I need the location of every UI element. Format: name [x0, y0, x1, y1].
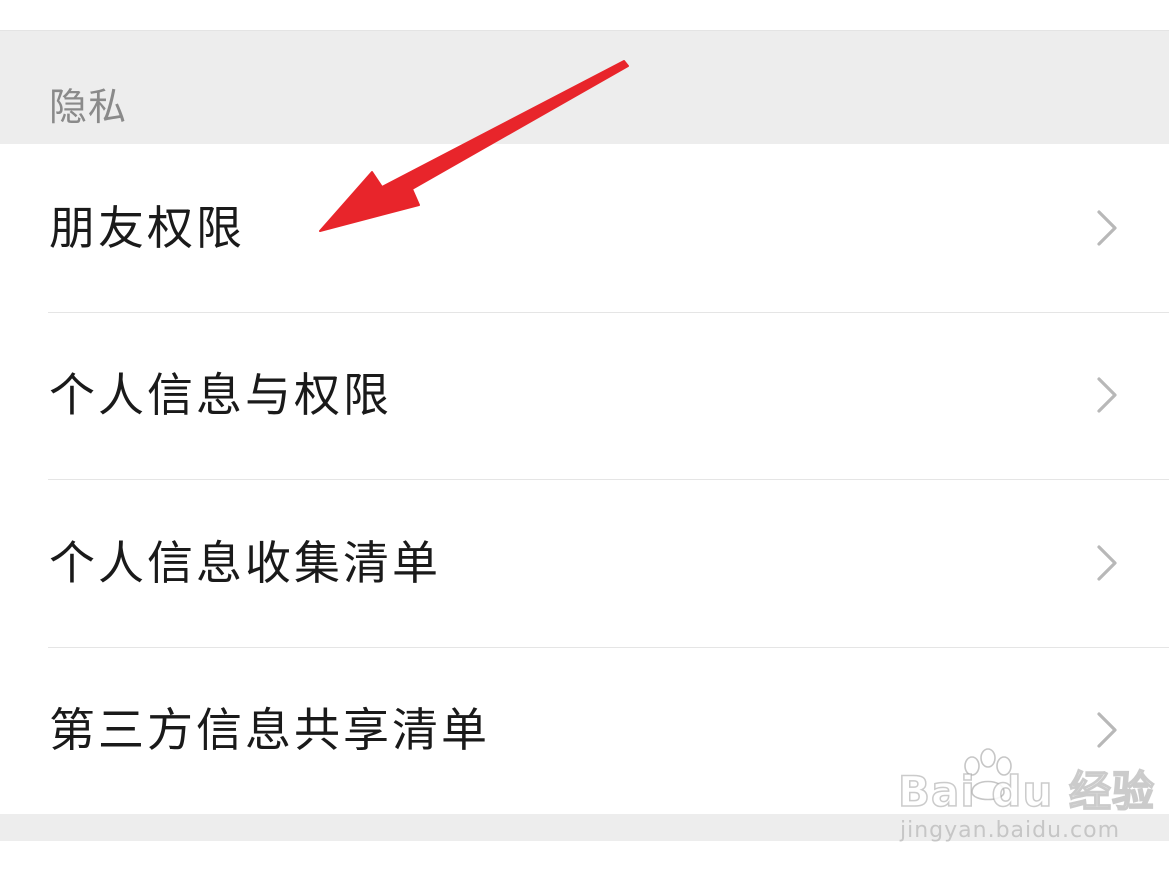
- chevron-right-icon: [1097, 377, 1117, 413]
- privacy-menu-list: 朋友权限 个人信息与权限 个人信息收集清单 第三方信息共享清单: [0, 144, 1169, 814]
- top-list-edge: [0, 0, 1169, 31]
- baidu-watermark: Bai du 经验 jingyan.baidu.com: [896, 748, 1155, 858]
- chevron-right-icon: [1097, 210, 1117, 246]
- menu-item-label: 个人信息与权限: [49, 368, 392, 423]
- section-title: 隐私: [49, 85, 128, 129]
- menu-item-label: 个人信息收集清单: [49, 535, 441, 590]
- chevron-right-icon: [1097, 545, 1117, 581]
- privacy-section-header: 隐私: [0, 31, 1169, 144]
- menu-item-friend-permissions[interactable]: 朋友权限: [0, 144, 1169, 312]
- menu-item-personal-info-permissions[interactable]: 个人信息与权限: [0, 311, 1169, 480]
- watermark-url: jingyan.baidu.com: [900, 818, 1121, 843]
- menu-item-personal-info-collection-list[interactable]: 个人信息收集清单: [0, 479, 1169, 647]
- watermark-logo-text: Bai du 经验: [897, 767, 1155, 817]
- menu-item-label: 朋友权限: [49, 200, 245, 255]
- chevron-right-icon: [1097, 712, 1117, 748]
- privacy-settings-screen: 隐私 朋友权限 个人信息与权限 个人信息收集清单 第三方信息共享清单 Bai d…: [0, 0, 1169, 877]
- menu-item-label: 第三方信息共享清单: [49, 703, 490, 758]
